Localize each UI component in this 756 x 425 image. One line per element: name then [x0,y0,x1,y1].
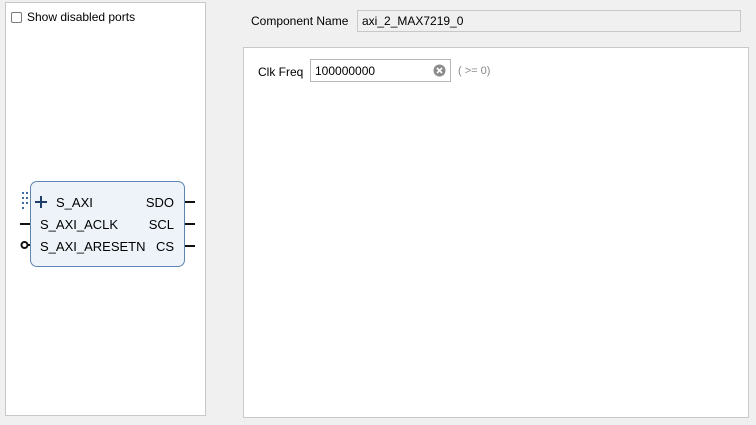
port-cs[interactable]: CS [156,239,174,254]
clk-freq-range-hint: ( >= 0) [458,65,491,77]
ip-customization-window: Show disabled ports S_AXI S_AXI_ACLK S_A… [0,0,756,425]
port-s-axi-aresetn[interactable]: S_AXI_ARESETN [40,239,146,254]
component-name-field[interactable]: axi_2_MAX7219_0 [357,10,741,32]
show-disabled-ports-label: Show disabled ports [27,10,136,24]
pin-scl [184,223,195,225]
clear-icon[interactable] [433,64,446,77]
port-scl[interactable]: SCL [149,217,174,232]
port-sdo[interactable]: SDO [146,195,174,210]
clk-freq-input[interactable] [311,60,429,81]
parameters-panel: Clk Freq ( >= 0) [243,47,749,418]
component-name-label: Component Name [251,14,349,28]
ip-symbol-block[interactable]: S_AXI S_AXI_ACLK S_AXI_ARESETN SDO SCL C… [30,181,185,267]
show-disabled-ports-checkbox[interactable] [11,11,22,23]
clk-freq-field[interactable] [310,59,451,82]
port-s-axi-aclk[interactable]: S_AXI_ACLK [40,217,118,232]
plus-icon[interactable] [35,196,47,208]
pin-sdo [184,201,195,203]
port-s-axi[interactable]: S_AXI [56,195,93,210]
show-disabled-ports-toggle[interactable]: Show disabled ports [11,10,135,24]
bus-interface-connector-icon [22,192,28,209]
symbol-panel: Show disabled ports S_AXI S_AXI_ACLK S_A… [5,2,206,416]
clk-freq-label: Clk Freq [258,65,304,79]
pin-cs [184,245,195,247]
